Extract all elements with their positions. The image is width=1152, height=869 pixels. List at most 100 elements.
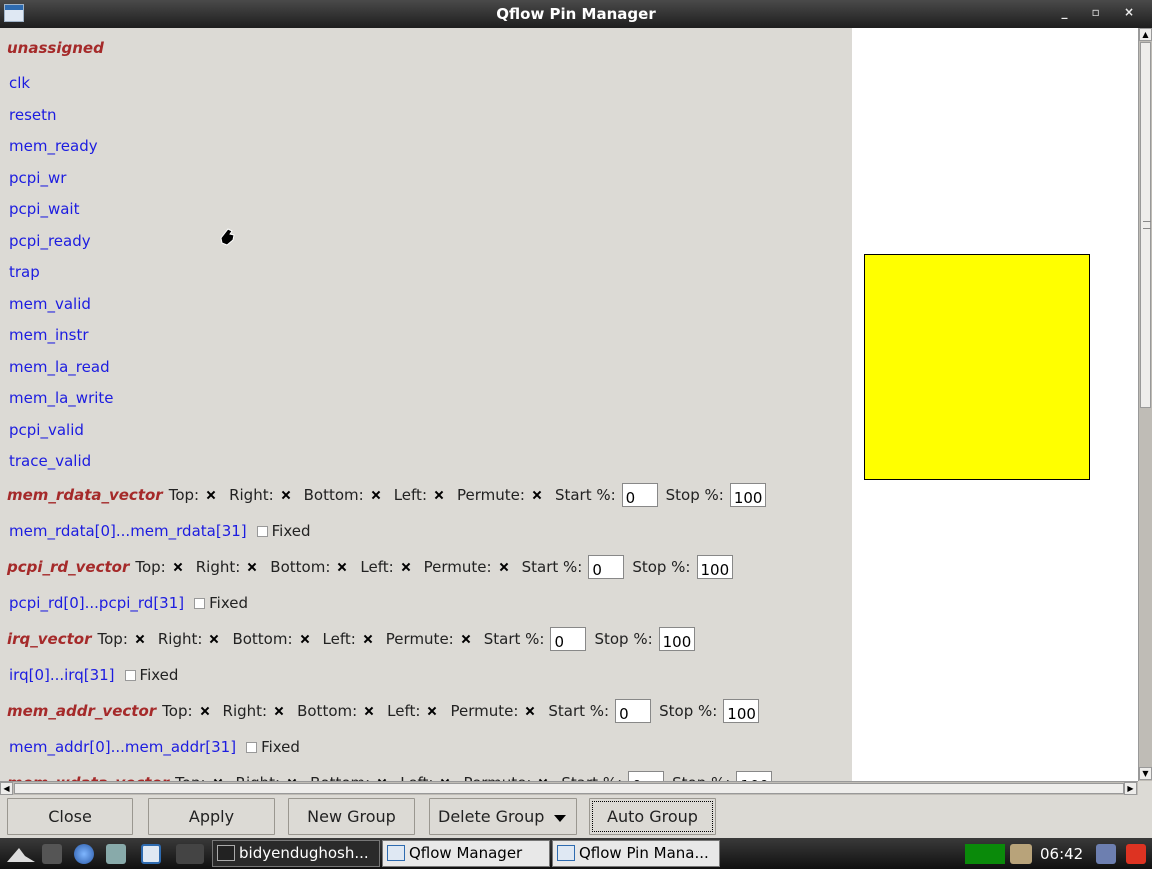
right-checkbox[interactable]	[246, 561, 258, 573]
start-percent-input[interactable]: 0	[615, 699, 652, 723]
pin-item[interactable]: pcpi_ready	[9, 232, 91, 250]
group-members[interactable]: mem_rdata[0]...mem_rdata[31]	[9, 522, 247, 540]
permute-label: Permute:	[423, 558, 492, 576]
fixed-checkbox[interactable]	[124, 670, 136, 681]
screen-lock-icon[interactable]	[1096, 844, 1116, 864]
new-group-button[interactable]: New Group	[288, 798, 415, 835]
group-name[interactable]: irq_vector	[7, 627, 92, 651]
pin-item[interactable]: pcpi_valid	[9, 421, 84, 439]
top-checkbox[interactable]	[199, 705, 211, 717]
fixed-checkbox[interactable]	[256, 526, 268, 537]
clipboard-icon[interactable]	[1010, 844, 1032, 864]
scroll-right-icon[interactable]: ▶	[1124, 782, 1137, 795]
scroll-up-icon[interactable]: ▲	[1139, 28, 1152, 41]
auto-group-button[interactable]: Auto Group	[589, 798, 716, 835]
scroll-left-icon[interactable]: ◀	[0, 782, 13, 795]
group-members[interactable]: mem_addr[0]...mem_addr[31]	[9, 738, 236, 756]
window-title: Qflow Pin Manager	[496, 5, 656, 23]
stop-percent-input[interactable]: 100	[658, 627, 695, 651]
fixed-checkbox[interactable]	[194, 598, 206, 609]
pin-item[interactable]: mem_la_write	[9, 389, 114, 407]
task-label: Qflow Pin Mana...	[579, 844, 709, 862]
task-qflow-manager[interactable]: Qflow Manager	[382, 840, 550, 867]
permute-checkbox[interactable]	[531, 489, 543, 501]
permute-checkbox[interactable]	[524, 705, 536, 717]
task-terminal[interactable]: bidyendughosh...	[212, 840, 380, 867]
stop-percent-input[interactable]: 100	[696, 555, 733, 579]
left-checkbox[interactable]	[426, 705, 438, 717]
browser-icon[interactable]	[74, 844, 94, 864]
bottom-checkbox[interactable]	[336, 561, 348, 573]
unassigned-header: unassigned	[7, 39, 104, 57]
left-checkbox[interactable]	[433, 489, 445, 501]
power-icon[interactable]	[1126, 844, 1146, 864]
pin-item[interactable]: trace_valid	[9, 452, 91, 470]
permute-checkbox[interactable]	[460, 633, 472, 645]
window-controls[interactable]: _ ▫ ×	[1061, 5, 1144, 19]
desktop-switch-icon[interactable]	[106, 844, 126, 864]
group-members[interactable]: pcpi_rd[0]...pcpi_rd[31]	[9, 594, 184, 612]
desktop-pager-icon[interactable]	[176, 844, 204, 864]
group-name[interactable]: mem_rdata_vector	[7, 483, 163, 507]
pin-item[interactable]: pcpi_wr	[9, 169, 66, 187]
stop-percent-input[interactable]: 100	[736, 771, 773, 781]
group-name[interactable]: mem_addr_vector	[7, 699, 156, 723]
right-label: Right:	[157, 630, 203, 648]
apply-button[interactable]: Apply	[148, 798, 275, 835]
clock[interactable]: 06:42	[1040, 845, 1083, 863]
pin-item[interactable]: pcpi_wait	[9, 200, 79, 218]
horizontal-scroll-thumb[interactable]	[14, 783, 1124, 794]
left-checkbox[interactable]	[362, 633, 374, 645]
bottom-label: Bottom:	[232, 630, 293, 648]
left-checkbox[interactable]	[400, 561, 412, 573]
start-percent-input[interactable]: 0	[588, 555, 625, 579]
stop-percent-input[interactable]: 100	[723, 699, 760, 723]
group-members[interactable]: irq[0]...irq[31]	[9, 666, 115, 684]
horizontal-scrollbar[interactable]: ◀ ▶	[0, 781, 1138, 795]
pin-item[interactable]: mem_valid	[9, 295, 91, 313]
delete-group-label: Delete Group	[438, 807, 545, 826]
top-label: Top:	[168, 486, 200, 504]
start-percent-input[interactable]: 0	[628, 771, 665, 781]
group-row: mem_rdata_vector Top: Right: Bottom: Lef…	[7, 483, 774, 507]
vertical-scrollbar[interactable]: ▲ ▼	[1138, 28, 1152, 781]
delete-group-dropdown[interactable]: Delete Group	[429, 798, 577, 835]
fixed-checkbox[interactable]	[246, 742, 258, 753]
start-percent-input[interactable]: 0	[621, 483, 658, 507]
fixed-label: Fixed	[139, 666, 179, 684]
fixed-label: Fixed	[271, 522, 311, 540]
right-checkbox[interactable]	[273, 705, 285, 717]
bottom-checkbox[interactable]	[363, 705, 375, 717]
bottom-checkbox[interactable]	[299, 633, 311, 645]
start-percent-input[interactable]: 0	[550, 627, 587, 651]
group-name[interactable]: pcpi_rd_vector	[7, 555, 129, 579]
vertical-scroll-thumb[interactable]	[1140, 42, 1151, 408]
pin-item[interactable]: mem_instr	[9, 326, 89, 344]
pin-item[interactable]: mem_ready	[9, 137, 98, 155]
group-members-row: mem_rdata[0]...mem_rdata[31] Fixed	[9, 522, 311, 540]
task-qflow-pin-manager[interactable]: Qflow Pin Mana...	[552, 840, 720, 867]
cpu-monitor-icon[interactable]	[965, 844, 1005, 864]
right-label: Right:	[236, 771, 281, 781]
pin-item[interactable]: clk	[9, 74, 30, 92]
bottom-checkbox[interactable]	[370, 489, 382, 501]
right-checkbox[interactable]	[280, 489, 292, 501]
pin-item[interactable]: resetn	[9, 106, 57, 124]
bottom-label: Bottom:	[310, 771, 370, 781]
permute-label: Permute:	[457, 486, 525, 504]
right-checkbox[interactable]	[208, 633, 220, 645]
scroll-down-icon[interactable]: ▼	[1139, 767, 1152, 780]
group-name[interactable]: mem_wdata_vector	[7, 771, 169, 781]
top-checkbox[interactable]	[134, 633, 146, 645]
top-checkbox[interactable]	[205, 489, 217, 501]
stop-percent-input[interactable]: 100	[729, 483, 766, 507]
window-icon[interactable]	[141, 844, 161, 864]
permute-checkbox[interactable]	[498, 561, 510, 573]
start-menu-icon[interactable]	[5, 844, 37, 864]
pin-item[interactable]: trap	[9, 263, 40, 281]
pin-item[interactable]: mem_la_read	[9, 358, 110, 376]
minimize-all-icon[interactable]	[42, 844, 62, 864]
top-label: Top:	[135, 558, 166, 576]
close-button[interactable]: Close	[7, 798, 133, 835]
top-checkbox[interactable]	[172, 561, 184, 573]
